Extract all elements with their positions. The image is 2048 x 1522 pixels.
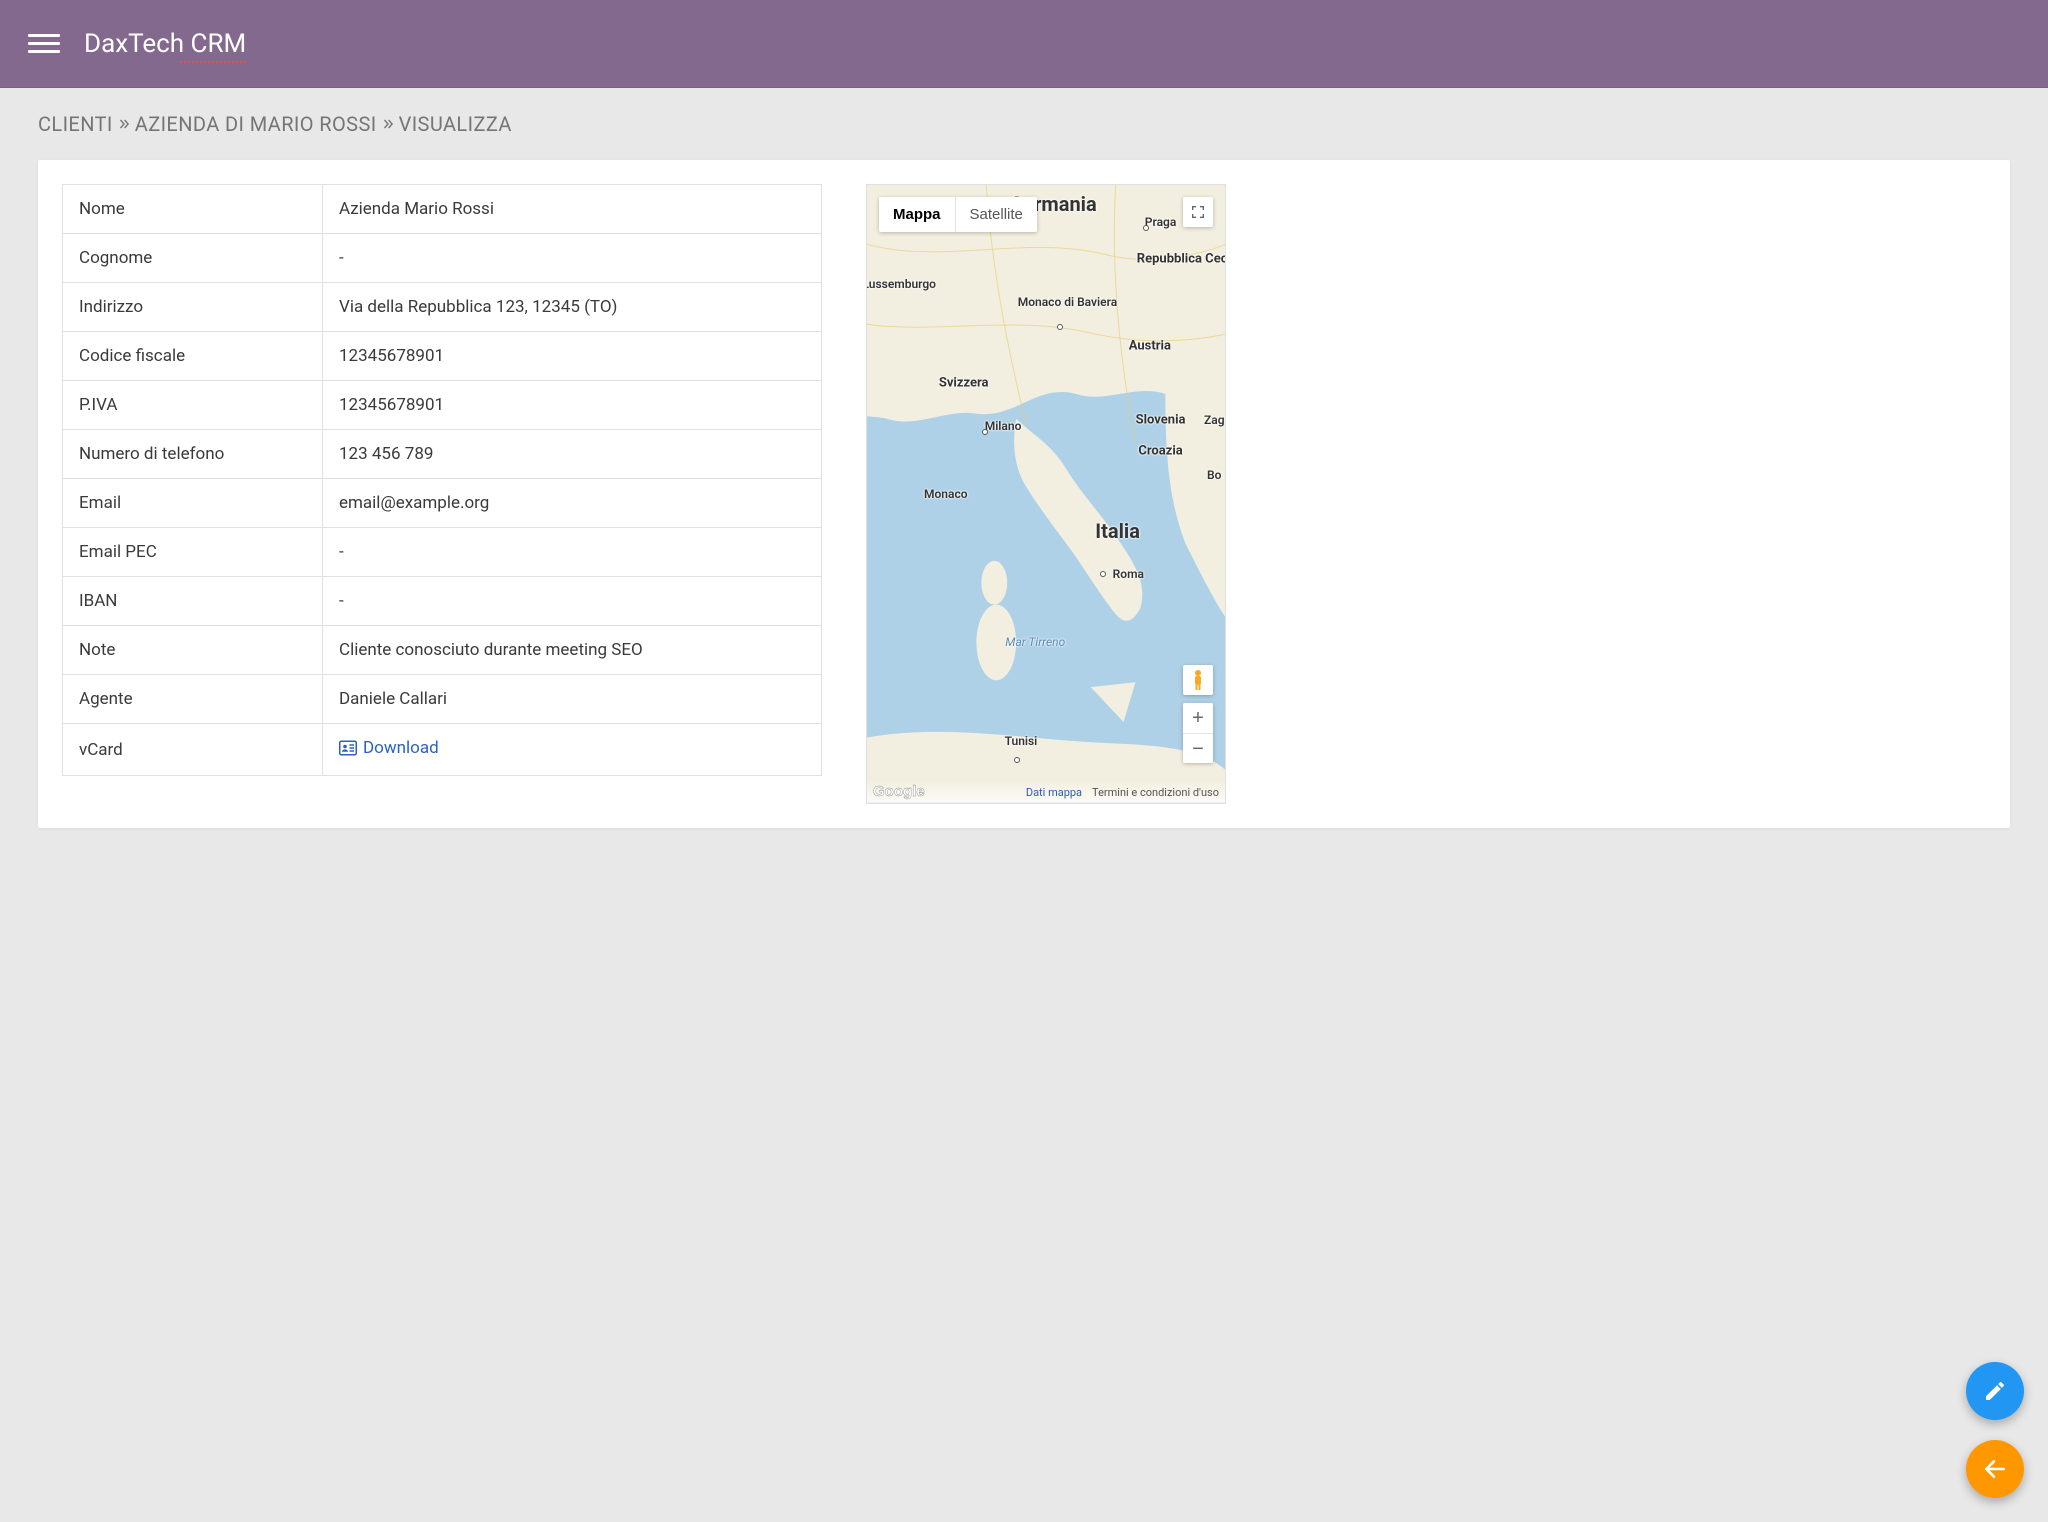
app-header: DaxTech CRM bbox=[0, 0, 2048, 88]
table-row: Cognome- bbox=[63, 234, 822, 283]
vcard-download-link[interactable]: Download bbox=[339, 738, 439, 758]
vcard-download-label: Download bbox=[363, 738, 439, 758]
map-type-satellite[interactable]: Satellite bbox=[955, 197, 1037, 232]
pegman-icon bbox=[1189, 669, 1207, 691]
fullscreen-icon bbox=[1190, 204, 1206, 220]
map-label-mar-tirreno: Mar Tirreno bbox=[1005, 635, 1065, 649]
detail-label: Cognome bbox=[63, 234, 323, 283]
map[interactable]: Germania Italia Austria Svizzera Sloveni… bbox=[866, 184, 1226, 804]
detail-label: Note bbox=[63, 626, 323, 675]
table-row: IndirizzoVia della Repubblica 123, 12345… bbox=[63, 283, 822, 332]
map-label-zag: Zag bbox=[1204, 413, 1225, 427]
table-row: P.IVA12345678901 bbox=[63, 381, 822, 430]
table-row: Emailemail@example.org bbox=[63, 479, 822, 528]
map-label-lussemburgo: Lussemburgo bbox=[866, 277, 936, 291]
table-row: IBAN- bbox=[63, 577, 822, 626]
map-label-praga: Praga bbox=[1145, 215, 1177, 229]
map-label-monaco: Monaco bbox=[924, 487, 968, 501]
chevron-double-right-icon bbox=[381, 117, 395, 131]
fab-back[interactable] bbox=[1966, 1440, 2024, 1498]
content-card: NomeAzienda Mario RossiCognome-Indirizzo… bbox=[38, 160, 2010, 828]
vcard-icon bbox=[339, 740, 357, 756]
detail-value: - bbox=[323, 577, 822, 626]
map-dot-tunisi bbox=[1014, 757, 1020, 763]
table-row: Email PEC- bbox=[63, 528, 822, 577]
detail-value: Azienda Mario Rossi bbox=[323, 185, 822, 234]
details-table: NomeAzienda Mario RossiCognome-Indirizzo… bbox=[62, 184, 822, 776]
table-row: NomeAzienda Mario Rossi bbox=[63, 185, 822, 234]
detail-value: email@example.org bbox=[323, 479, 822, 528]
table-row: NoteCliente conosciuto durante meeting S… bbox=[63, 626, 822, 675]
detail-value: Cliente conosciuto durante meeting SEO bbox=[323, 626, 822, 675]
detail-label: Numero di telefono bbox=[63, 430, 323, 479]
map-zoom-controls: + − bbox=[1183, 703, 1213, 763]
detail-label: Agente bbox=[63, 675, 323, 724]
detail-label: IBAN bbox=[63, 577, 323, 626]
detail-label: Nome bbox=[63, 185, 323, 234]
google-logo-icon: Google bbox=[873, 781, 931, 801]
table-row: AgenteDaniele Callari bbox=[63, 675, 822, 724]
map-label-bo: Bo bbox=[1207, 468, 1221, 482]
detail-value: 12345678901 bbox=[323, 381, 822, 430]
map-data-link[interactable]: Dati mappa bbox=[1026, 786, 1082, 799]
detail-label: Email PEC bbox=[63, 528, 323, 577]
pencil-icon bbox=[1983, 1379, 2007, 1403]
map-pegman[interactable] bbox=[1183, 665, 1213, 695]
detail-value: 12345678901 bbox=[323, 332, 822, 381]
breadcrumb: CLIENTI AZIENDA DI MARIO ROSSI VISUALIZZ… bbox=[38, 112, 2010, 136]
app-title: DaxTech CRM bbox=[84, 29, 246, 59]
google-logo: Google bbox=[873, 781, 931, 801]
detail-label: Email bbox=[63, 479, 323, 528]
map-zoom-out[interactable]: − bbox=[1183, 733, 1213, 763]
detail-value: - bbox=[323, 234, 822, 283]
map-label-rep-ceca: Repubblica Ceca bbox=[1137, 252, 1226, 267]
map-footer: Google Dati mappa Termini e condizioni d… bbox=[867, 781, 1225, 803]
map-dot-roma bbox=[1100, 571, 1106, 577]
map-dot-milano bbox=[982, 429, 988, 435]
breadcrumb-azienda[interactable]: AZIENDA DI MARIO ROSSI bbox=[135, 112, 377, 136]
map-label-roma: Roma bbox=[1113, 567, 1144, 581]
detail-label: Codice fiscale bbox=[63, 332, 323, 381]
menu-button[interactable] bbox=[28, 28, 60, 60]
map-dot-monaco-baviera bbox=[1057, 324, 1063, 330]
chevron-double-right-icon bbox=[117, 117, 131, 131]
breadcrumb-current: VISUALIZZA bbox=[399, 112, 512, 136]
map-terms: Termini e condizioni d'uso bbox=[1092, 786, 1219, 799]
detail-value: Download bbox=[323, 724, 822, 776]
map-label-austria: Austria bbox=[1129, 338, 1171, 353]
map-type-toggle: Mappa Satellite bbox=[879, 197, 1037, 232]
map-label-milano: Milano bbox=[985, 419, 1022, 433]
arrow-left-icon bbox=[1982, 1456, 2008, 1482]
detail-label: P.IVA bbox=[63, 381, 323, 430]
map-label-svizzera: Svizzera bbox=[939, 375, 989, 390]
detail-value: - bbox=[323, 528, 822, 577]
map-label-italia: Italia bbox=[1095, 519, 1140, 543]
map-label-slovenia: Slovenia bbox=[1136, 412, 1186, 427]
map-dot-praga bbox=[1143, 225, 1149, 231]
map-fullscreen-button[interactable] bbox=[1183, 197, 1213, 227]
table-row: Codice fiscale12345678901 bbox=[63, 332, 822, 381]
detail-value: Daniele Callari bbox=[323, 675, 822, 724]
map-label-tunisi: Tunisi bbox=[1005, 734, 1038, 748]
table-row: Numero di telefono123 456 789 bbox=[63, 430, 822, 479]
map-label-croazia: Croazia bbox=[1138, 443, 1182, 458]
detail-label: Indirizzo bbox=[63, 283, 323, 332]
detail-value: 123 456 789 bbox=[323, 430, 822, 479]
detail-value: Via della Repubblica 123, 12345 (TO) bbox=[323, 283, 822, 332]
map-zoom-in[interactable]: + bbox=[1183, 703, 1213, 733]
fab-edit[interactable] bbox=[1966, 1362, 2024, 1420]
breadcrumb-clienti[interactable]: CLIENTI bbox=[38, 112, 113, 136]
map-label-monaco-baviera: Monaco di Baviera bbox=[1018, 295, 1117, 309]
map-type-map[interactable]: Mappa bbox=[879, 197, 955, 232]
svg-text:Google: Google bbox=[873, 783, 925, 800]
table-row-vcard: vCard Download bbox=[63, 724, 822, 776]
detail-label: vCard bbox=[63, 724, 323, 776]
